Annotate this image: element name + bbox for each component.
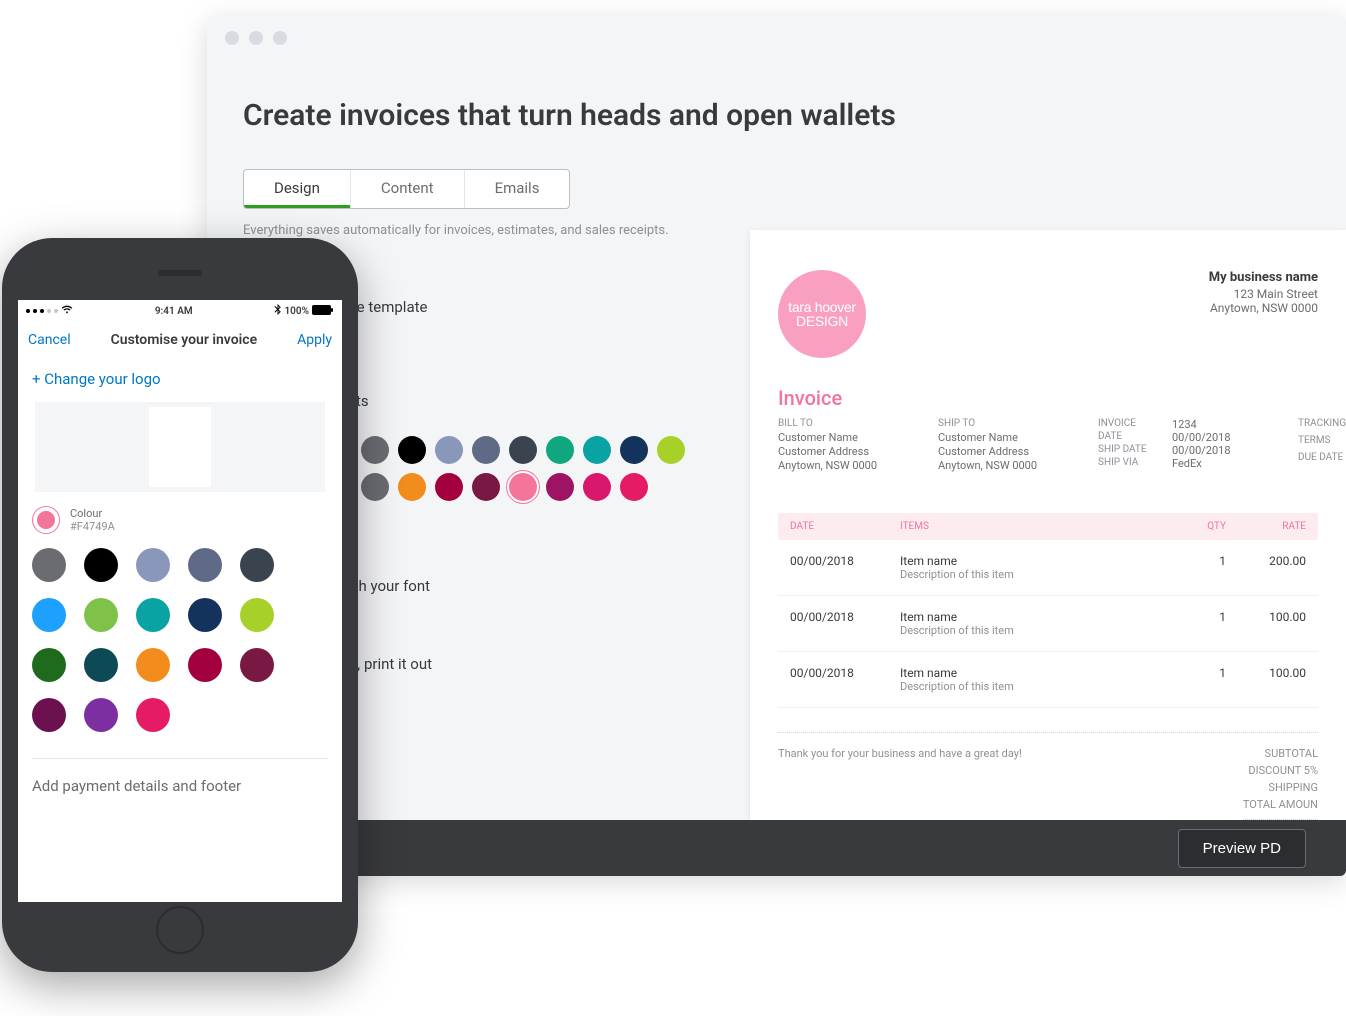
table-row: 00/00/2018Item nameDescription of this i… [778,540,1318,596]
preview-pdf-button[interactable]: Preview PD [1178,829,1306,868]
phone-color-swatch[interactable] [240,548,274,582]
phone-navbar: Cancel Customise your invoice Apply [18,322,342,360]
invoice-logo: tara hoover DESIGN [778,270,866,358]
status-time: 9:41 AM [155,306,193,317]
phone-color-swatch[interactable] [136,648,170,682]
business-name: My business name [1209,270,1318,285]
selected-colour: Colour #F4749A [32,506,328,534]
divider [32,758,328,759]
invoice-preview: tara hoover DESIGN My business name 123 … [750,230,1346,850]
phone-color-swatch[interactable] [136,598,170,632]
color-swatch[interactable] [583,436,611,464]
phone-color-swatch[interactable] [240,648,274,682]
page-title: Create invoices that turn heads and open… [243,98,1346,133]
phone-color-swatch[interactable] [32,598,66,632]
color-swatch[interactable] [472,436,500,464]
signal-dot-icon [33,309,37,313]
status-bar: 9:41 AM 100% [18,300,342,322]
signal-dot-icon [40,309,44,313]
signal-dot-icon [54,309,58,313]
wifi-icon [61,305,73,317]
phone-colour-grid [32,548,328,732]
invoice-table-body: 00/00/2018Item nameDescription of this i… [778,540,1318,708]
invoice-meta-right: TRACKINGTERMSDUE DATE [1298,418,1346,473]
color-swatch[interactable] [435,473,463,501]
window-dot [249,31,263,45]
phone-color-swatch[interactable] [84,598,118,632]
phone-color-swatch[interactable] [188,548,222,582]
invoice-meta: INVOICE1234DATE00/00/2018SHIP DATE00/00/… [1098,418,1258,473]
bottom-bar: Preview PD [207,820,1346,876]
colour-label: Colour [70,507,115,520]
browser-chrome [207,16,1346,60]
color-swatch[interactable] [657,436,685,464]
bill-to: BILL TO Customer Name Customer Address A… [778,418,898,473]
tab-content[interactable]: Content [350,170,464,208]
phone-color-swatch[interactable] [136,698,170,732]
change-logo-link[interactable]: + Change your logo [32,370,328,388]
color-swatch[interactable] [546,473,574,501]
signal-dot-icon [26,309,30,313]
table-row: 00/00/2018Item nameDescription of this i… [778,652,1318,708]
phone-color-swatch[interactable] [136,548,170,582]
color-swatch[interactable] [546,436,574,464]
phone-screen: 9:41 AM 100% Cancel Customise your invoi… [18,300,342,902]
colour-hex: #F4749A [70,520,115,533]
phone-color-swatch[interactable] [32,698,66,732]
apply-button[interactable]: Apply [297,332,332,348]
phone-color-swatch[interactable] [32,648,66,682]
window-dot [225,31,239,45]
phone-color-swatch[interactable] [32,548,66,582]
color-swatch[interactable] [435,436,463,464]
color-swatch[interactable] [361,473,389,501]
business-line2: Anytown, NSW 0000 [1209,301,1318,315]
phone-title: Customise your invoice [111,332,258,348]
tab-design[interactable]: Design [244,170,350,208]
payment-footer-link[interactable]: Add payment details and footer [32,777,328,795]
color-swatch[interactable] [620,473,648,501]
cancel-button[interactable]: Cancel [28,332,71,348]
color-swatch[interactable] [583,473,611,501]
phone-color-swatch[interactable] [84,648,118,682]
logo-placeholder[interactable] [35,402,325,492]
signal-dot-icon [47,309,51,313]
color-swatch[interactable] [361,436,389,464]
phone-mockup: 9:41 AM 100% Cancel Customise your invoi… [2,238,358,972]
phone-color-swatch[interactable] [188,648,222,682]
invoice-table-header: DATE ITEMS QTY RATE [778,513,1318,540]
battery-icon [312,305,334,318]
color-swatch[interactable] [398,436,426,464]
color-swatch[interactable] [509,436,537,464]
ship-to: SHIP TO Customer Name Customer Address A… [938,418,1058,473]
phone-color-swatch[interactable] [84,698,118,732]
color-swatch[interactable] [509,473,537,501]
tabs: Design Content Emails [243,169,570,209]
page: Create invoices that turn heads and open… [207,60,1346,876]
color-swatch[interactable] [398,473,426,501]
color-swatch[interactable] [472,473,500,501]
business-block: My business name 123 Main Street Anytown… [1209,270,1318,315]
window-dot [273,31,287,45]
selected-colour-swatch[interactable] [32,506,60,534]
bluetooth-icon [274,304,281,318]
phone-color-swatch[interactable] [84,548,118,582]
phone-color-swatch[interactable] [188,598,222,632]
business-line1: 123 Main Street [1209,287,1318,301]
phone-color-swatch[interactable] [240,598,274,632]
color-swatch[interactable] [620,436,648,464]
tab-emails[interactable]: Emails [464,170,570,208]
invoice-title: Invoice [778,386,1318,410]
browser-window: Create invoices that turn heads and open… [207,16,1346,876]
table-row: 00/00/2018Item nameDescription of this i… [778,596,1318,652]
battery-pct: 100% [284,306,309,317]
